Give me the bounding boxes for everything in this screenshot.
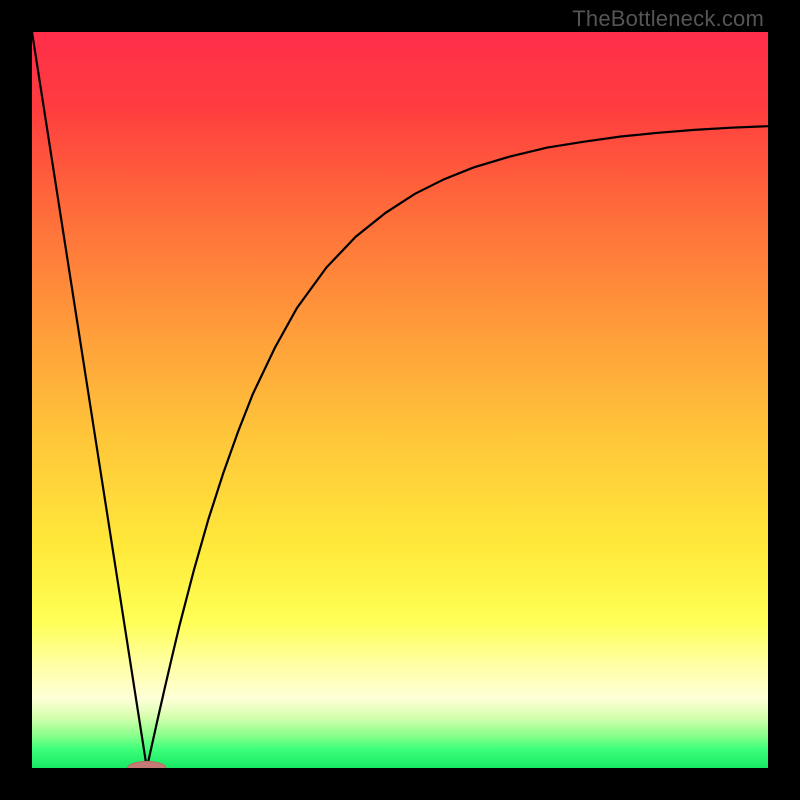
gradient-background <box>32 32 768 768</box>
plot-area <box>32 32 768 768</box>
bottleneck-curve-chart <box>32 32 768 768</box>
chart-frame: TheBottleneck.com <box>0 0 800 800</box>
watermark-text: TheBottleneck.com <box>572 6 764 32</box>
